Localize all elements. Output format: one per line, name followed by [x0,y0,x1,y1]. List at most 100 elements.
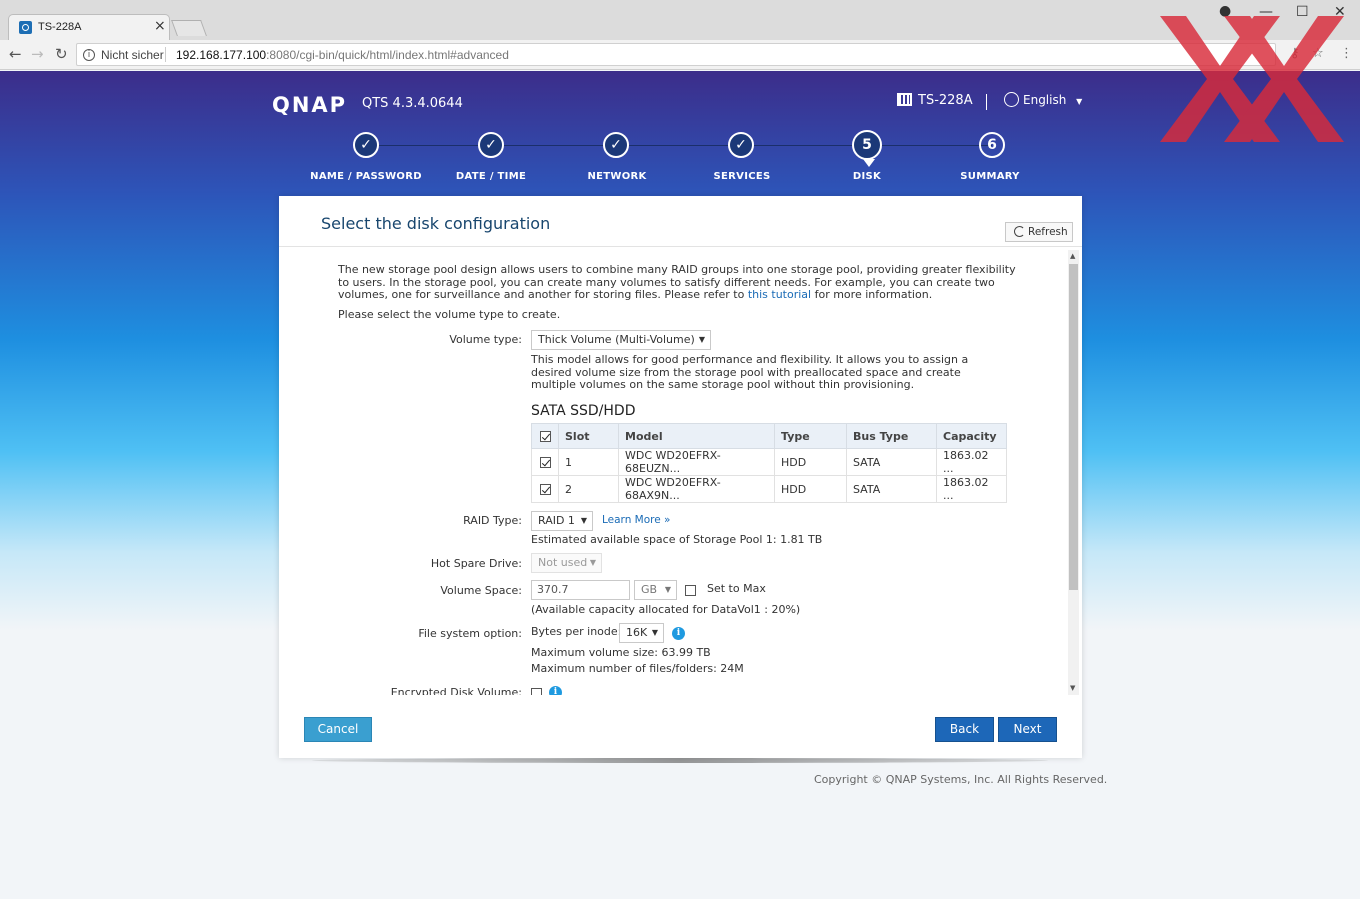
row-checkbox-cell[interactable] [531,448,559,476]
chevron-down-icon: ▼ [589,558,596,567]
reload-icon[interactable]: ↻ [55,45,68,63]
next-button[interactable]: Next [998,717,1057,742]
encrypted-volume-label: Encrypted Disk Volume: [390,686,522,695]
key-icon[interactable]: ⚷ [1290,46,1300,61]
select-all-checkbox[interactable] [539,430,551,442]
select-all-cell[interactable] [531,423,559,449]
disk-capacity: 1863.02 ... [936,475,1007,503]
hot-spare-label: Hot Spare Drive: [430,557,522,570]
step-label-name-password: NAME / PASSWORD [310,171,422,182]
info-icon[interactable]: i [672,627,685,640]
volume-type-value: Thick Volume (Multi-Volume) [538,333,695,346]
back-arrow-icon[interactable]: ← [9,45,22,63]
hot-spare-select[interactable]: Not used ▼ [531,553,602,573]
table-row[interactable]: 2 WDC WD20EFRX-68AX9N... HDD SATA 1863.0… [531,475,1007,503]
nas-device-icon [897,93,912,106]
chevron-down-icon: ▼ [664,585,671,594]
info-icon[interactable]: i [549,686,562,695]
disk-2-checkbox[interactable] [539,483,551,495]
cancel-button[interactable]: Cancel [304,717,372,742]
panel-shadow [312,758,1048,763]
menu-icon[interactable]: ⋮ [1340,46,1353,61]
language-selector[interactable]: English ▼ [1004,92,1082,107]
row-checkbox-cell[interactable] [531,475,559,503]
learn-more-link[interactable]: Learn More » [602,514,670,526]
bytes-per-inode-select[interactable]: 16K ▼ [619,623,664,643]
step-3-marker: ✓ [603,132,629,158]
disk-type: HDD [774,448,847,476]
browser-tab[interactable]: TS-228A × [8,14,170,40]
star-icon[interactable]: ☆ [1312,46,1324,61]
refresh-icon [1014,226,1025,237]
profile-icon[interactable]: ● [1219,3,1231,19]
estimated-space-text: Estimated available space of Storage Poo… [531,533,823,546]
back-button[interactable]: Back [935,717,994,742]
intro-text-end: for more information. [814,288,933,302]
url-path: :8080/cgi-bin/quick/html/index.html#adva… [266,48,509,62]
select-volume-prompt: Please select the volume type to create. [338,308,561,321]
stepper-line [366,145,992,146]
scroll-up-icon[interactable]: ▲ [1070,252,1075,260]
scroll-down-icon[interactable]: ▼ [1070,684,1075,692]
volume-space-input[interactable]: 370.7 [531,580,630,600]
intro-text: The new storage pool design allows users… [338,263,1018,302]
qnap-logo: QNAP [272,93,348,117]
os-version: QTS 4.3.4.0644 [362,96,463,111]
col-slot: Slot [558,423,619,449]
disk-model: WDC WD20EFRX-68EUZN... [618,448,775,476]
disk-1-checkbox[interactable] [539,456,551,468]
minimize-icon[interactable]: — [1259,4,1273,20]
dialog-content[interactable]: The new storage pool design allows users… [279,247,1069,695]
maximize-icon[interactable]: ☐ [1296,4,1309,20]
language-label: English [1023,93,1067,107]
volume-unit-value: GB [641,583,658,596]
disk-slot: 2 [558,475,619,503]
col-type: Type [774,423,847,449]
volume-type-select[interactable]: Thick Volume (Multi-Volume) ▼ [531,330,711,350]
tab-title: TS-228A [38,21,82,33]
disk-table: Slot Model Type Bus Type Capacity 1 WDC … [531,423,1007,503]
info-icon[interactable]: i [83,49,95,61]
browser-toolbar: ← → ↻ i Nicht sicher 192.168.177.100:808… [0,40,1360,70]
tutorial-link[interactable]: this tutorial [748,288,811,301]
step-4-marker: ✓ [728,132,754,158]
url-host: 192.168.177.100 [176,48,267,62]
col-model: Model [618,423,775,449]
step-label-date-time: DATE / TIME [455,171,527,182]
new-tab-button[interactable] [171,20,207,36]
device-name: TS-228A [897,93,973,108]
refresh-button[interactable]: Refresh [1005,222,1073,242]
raid-type-label: RAID Type: [463,514,522,527]
step-label-disk: DISK [852,171,882,182]
refresh-label: Refresh [1028,226,1068,238]
max-files-text: Maximum number of files/folders: 24M [531,662,744,675]
disk-model: WDC WD20EFRX-68AX9N... [618,475,775,503]
col-capacity: Capacity [936,423,1007,449]
bytes-per-inode-label: Bytes per inode: [531,625,622,638]
step-5-marker: 5 [852,130,882,167]
step-1-marker: ✓ [353,132,379,158]
set-to-max-checkbox[interactable] [685,585,696,596]
max-volume-size-text: Maximum volume size: 63.99 TB [531,646,711,659]
step-2-marker: ✓ [478,132,504,158]
tab-close-icon[interactable]: × [154,18,166,34]
available-capacity-text: (Available capacity allocated for DataVo… [531,603,801,616]
encrypted-volume-checkbox[interactable] [531,688,542,695]
forward-arrow-icon[interactable]: → [31,45,44,63]
hot-spare-value: Not used [538,556,588,569]
volume-space-label: Volume Space: [440,584,522,597]
table-header-row: Slot Model Type Bus Type Capacity [531,423,1007,449]
raid-type-select[interactable]: RAID 1 ▼ [531,511,593,531]
security-label: Nicht sicher [101,48,164,62]
scrollbar[interactable]: ▲ ▼ [1068,250,1079,695]
browser-tab-bar: TS-228A × ● — ☐ ✕ [0,0,1360,40]
disk-bus: SATA [846,448,937,476]
volume-unit-select[interactable]: GB ▼ [634,580,677,600]
window-close-icon[interactable]: ✕ [1334,4,1346,20]
scroll-thumb[interactable] [1069,264,1078,590]
table-row[interactable]: 1 WDC WD20EFRX-68EUZN... HDD SATA 1863.0… [531,448,1007,476]
disk-type: HDD [774,475,847,503]
url-text[interactable]: 192.168.177.100:8080/cgi-bin/quick/html/… [176,48,509,62]
address-bar[interactable]: i Nicht sicher 192.168.177.100:8080/cgi-… [76,43,1276,66]
copyright-text: Copyright © QNAP Systems, Inc. All Right… [814,773,1108,786]
